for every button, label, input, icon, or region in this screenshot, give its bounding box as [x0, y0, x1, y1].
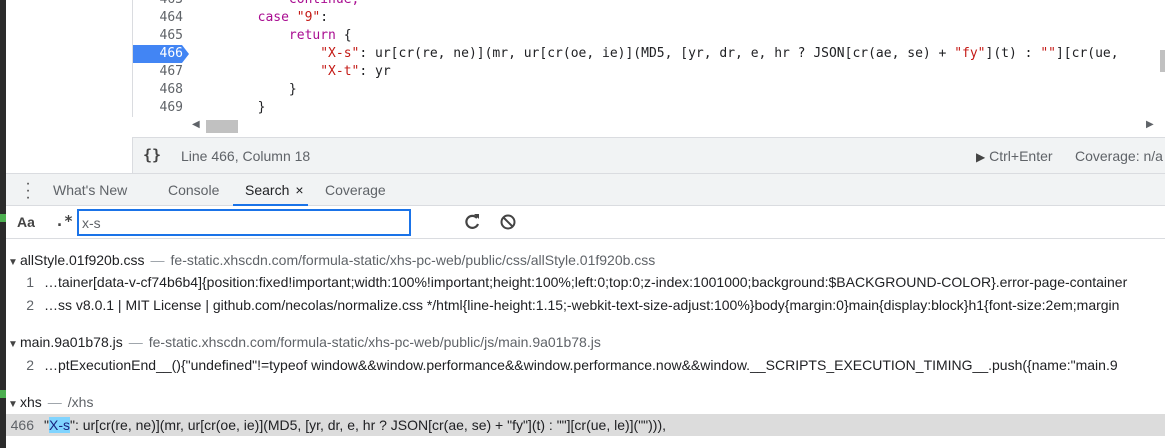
- result-line-selected[interactable]: 466 "X-s": ur[cr(re, ne)](mr, ur[cr(oe, …: [6, 414, 1165, 436]
- code-text: "X-t": yr: [195, 63, 391, 81]
- code-text: continue;: [195, 0, 359, 9]
- result-file-header[interactable]: ▼ allStyle.01f920b.css — fe-static.xhscdn.c…: [6, 249, 655, 271]
- code-token: "9": [296, 10, 321, 25]
- code-token: ](t) :: [985, 46, 1041, 61]
- code-line[interactable]: 464 case "9":: [133, 9, 1165, 27]
- code-token: : ur[cr(re, ne)](mr, ur[cr(oe, ie)](MD5,…: [359, 46, 955, 61]
- code-token: "fy": [954, 46, 986, 61]
- scroll-left-arrow-icon[interactable]: ◀: [192, 119, 200, 130]
- code-editor[interactable]: 463 continue;464 case "9":465 return {46…: [132, 0, 1165, 136]
- editor-vertical-scrollbar-thumb[interactable]: [1160, 50, 1165, 72]
- code-token: }: [195, 82, 297, 97]
- editor-horizontal-scrollbar[interactable]: ◀ ▶: [132, 117, 1165, 136]
- tab-coverage[interactable]: Coverage: [325, 174, 386, 206]
- code-text: case "9":: [195, 9, 328, 27]
- expand-triangle-icon[interactable]: ▼: [6, 394, 20, 416]
- match-highlight: X-s: [48, 417, 70, 433]
- cursor-position: Line 466, Column 18: [181, 148, 311, 164]
- tab-console[interactable]: Console: [168, 174, 219, 206]
- line-number[interactable]: 463: [133, 0, 183, 9]
- code-text: return {: [195, 27, 352, 45]
- code-line[interactable]: 466 "X-s": ur[cr(re, ne)](mr, ur[cr(oe, …: [133, 45, 1165, 63]
- result-file-header[interactable]: ▼ xhs —/xhs: [6, 391, 93, 413]
- code-line[interactable]: 465 return {: [133, 27, 1165, 45]
- code-token: "X-t": [320, 64, 360, 79]
- code-text: }: [195, 81, 297, 99]
- refresh-icon[interactable]: [462, 210, 482, 234]
- result-line[interactable]: 2 …ss v8.0.1 | MIT License | github.com/…: [6, 294, 1165, 316]
- result-file-header[interactable]: ▼ main.9a01b78.js — fe-static.xhscdn.com/fo…: [6, 331, 601, 353]
- search-input[interactable]: [77, 209, 411, 236]
- code-token: {: [335, 28, 352, 43]
- drawer-menu-icon[interactable]: · · ·: [22, 176, 34, 206]
- code-text: }: [195, 99, 266, 117]
- drawer-tab-bar: · · · What's New Console Search × Coverage: [6, 173, 1165, 206]
- expand-triangle-icon[interactable]: ▼: [6, 334, 20, 356]
- code-token: continue;: [289, 0, 359, 7]
- scrollbar-thumb[interactable]: [206, 120, 238, 133]
- code-line[interactable]: 463 continue;: [133, 0, 1165, 9]
- match-case-toggle[interactable]: Aa: [17, 214, 35, 230]
- run-snippet-button[interactable]: ▶ Ctrl+Enter: [976, 148, 1053, 164]
- editor-status-bar: {} Line 466, Column 18 ▶ Ctrl+Enter Cove…: [132, 137, 1165, 173]
- search-results: ▼ allStyle.01f920b.css — fe-static.xhscdn.c…: [6, 240, 1165, 448]
- code-token: case: [257, 10, 297, 25]
- play-icon: ▶: [976, 150, 986, 164]
- coverage-status: Coverage: n/a: [1075, 148, 1163, 164]
- clear-results-icon[interactable]: [498, 210, 518, 234]
- code-text: "X-s": ur[cr(re, ne)](mr, ur[cr(oe, ie)]…: [195, 45, 1119, 63]
- code-line[interactable]: 467 "X-t": yr: [133, 63, 1165, 81]
- pretty-print-button[interactable]: {}: [143, 146, 161, 164]
- close-tab-icon[interactable]: ×: [295, 182, 303, 198]
- line-number[interactable]: 468: [133, 81, 183, 99]
- line-number[interactable]: 464: [133, 9, 183, 27]
- tab-search[interactable]: Search ×: [233, 174, 308, 206]
- search-toolbar: Aa .*: [6, 206, 1165, 239]
- line-number[interactable]: 467: [133, 63, 183, 81]
- regex-toggle[interactable]: .*: [55, 212, 73, 230]
- line-number[interactable]: 465: [133, 27, 183, 45]
- code-token: : yr: [359, 64, 391, 79]
- result-line[interactable]: 2 …ptExecutionEnd__(){"undefined"!=typeo…: [6, 354, 1165, 376]
- run-shortcut-label: Ctrl+Enter: [989, 148, 1053, 164]
- code-token: return: [288, 28, 336, 43]
- code-token: ][cr(ue,: [1055, 46, 1119, 61]
- code-line[interactable]: 468 }: [133, 81, 1165, 99]
- code-token: "X-s": [320, 46, 360, 61]
- result-line[interactable]: 1 …tainer[data-v-cf74b6b4]{position:fixe…: [6, 271, 1165, 293]
- code-token: :: [320, 10, 329, 25]
- code-line[interactable]: 469 }: [133, 99, 1165, 117]
- scroll-right-arrow-icon[interactable]: ▶: [1146, 119, 1154, 130]
- tab-whats-new[interactable]: What's New: [53, 174, 127, 206]
- code-token: "": [1040, 46, 1056, 61]
- line-number[interactable]: 469: [133, 99, 183, 117]
- code-token: }: [195, 100, 266, 115]
- line-number[interactable]: 466: [133, 45, 183, 63]
